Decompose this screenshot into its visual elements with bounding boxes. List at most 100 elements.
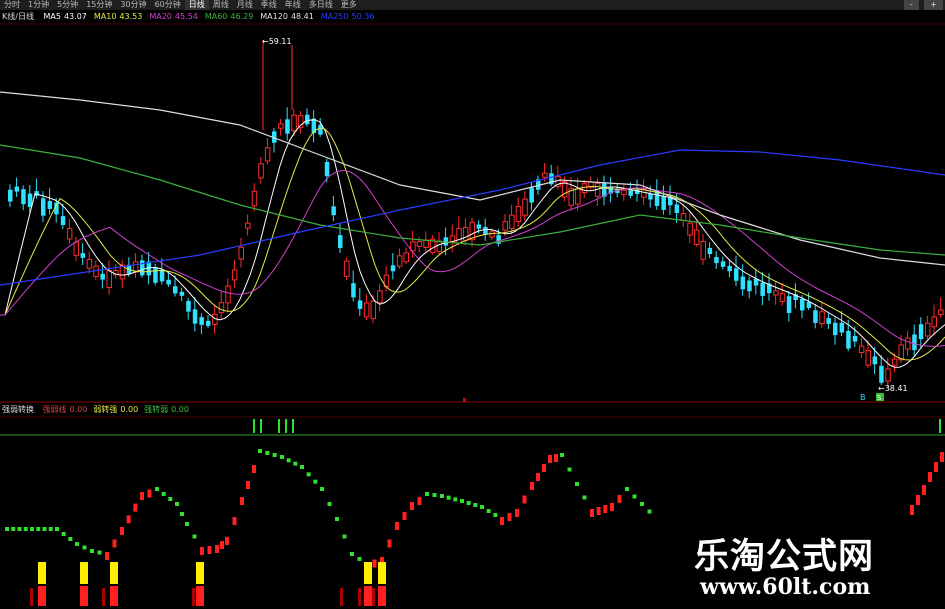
candle — [199, 313, 204, 334]
oscillator-bar — [515, 509, 519, 517]
sub-param-item: 强转弱 0.00 — [144, 405, 189, 414]
sub-param-item: 强弱线 0.00 — [42, 405, 88, 414]
oscillator-bar — [542, 464, 546, 472]
oscillator-bar — [265, 451, 270, 455]
oscillator-bar — [327, 502, 332, 506]
oscillator-bar — [82, 545, 87, 550]
oscillator-bar — [246, 481, 250, 489]
candle — [390, 253, 396, 280]
oscillator-bar — [68, 537, 73, 541]
oscillator-bar — [120, 527, 124, 535]
oscillator-bar — [286, 458, 291, 463]
candle — [773, 281, 779, 305]
candle — [264, 137, 271, 165]
oscillator-bar — [625, 487, 629, 491]
oscillator-bar — [928, 472, 932, 482]
candle — [258, 157, 264, 184]
bottom-signals — [30, 562, 386, 606]
candle — [509, 204, 515, 235]
oscillator-bar — [350, 552, 354, 556]
signal-tick — [939, 419, 941, 433]
candle — [747, 276, 752, 299]
oscillator-bar — [55, 527, 59, 531]
candle — [734, 255, 739, 287]
oscillator-bar — [306, 472, 311, 477]
oscillator-bar — [425, 492, 429, 496]
candle — [351, 270, 356, 302]
oscillator-bar — [293, 461, 298, 466]
candle — [186, 297, 191, 320]
candle — [905, 330, 911, 356]
candle — [924, 315, 931, 340]
candle — [515, 197, 522, 227]
candle — [21, 185, 26, 211]
candle — [34, 178, 39, 199]
signal-bar-yellow — [110, 562, 118, 584]
oscillator-bar — [185, 522, 189, 526]
sub-indicator-legend: 强弱转换 强弱线 0.00 弱转强 0.00 强转弱 0.00 — [2, 404, 201, 416]
oscillator-bar — [640, 502, 644, 506]
oscillator-bar — [17, 527, 22, 531]
candle — [931, 304, 937, 335]
oscillator-bar — [168, 497, 173, 501]
signal-bar-red — [38, 586, 46, 606]
oscillator-bar — [320, 487, 324, 491]
oscillator-bar — [596, 507, 601, 515]
oscillator-bar — [647, 509, 652, 514]
signal-tick — [253, 419, 255, 433]
oscillator-bar — [105, 552, 109, 560]
signal-tick — [292, 419, 294, 433]
candle — [212, 305, 218, 334]
oscillator-bar — [395, 522, 399, 530]
candle — [297, 111, 304, 134]
candle — [173, 275, 178, 297]
oscillator-bar — [5, 527, 9, 531]
sub-indicator-label[interactable]: 强弱转换 — [2, 405, 34, 414]
oscillator-bar — [75, 542, 79, 546]
oscillator-bar — [48, 527, 53, 531]
signal-bar-yellow — [80, 562, 88, 584]
high-price-label: ←59.11 — [262, 37, 292, 46]
candle — [469, 217, 475, 248]
signal-bar-yellow — [378, 562, 386, 584]
candlestick-chart[interactable]: ←59.11 ←38.41 B S — [0, 0, 945, 609]
candle — [377, 283, 383, 312]
oscillator-bar — [522, 495, 527, 504]
oscillator-bar — [175, 502, 179, 506]
oscillator-bar — [335, 517, 339, 521]
candle — [779, 282, 786, 306]
oscillator-bar — [90, 549, 94, 553]
signal-bar-red — [196, 586, 204, 606]
candle — [602, 175, 607, 206]
signal-bar-red — [102, 588, 105, 606]
signal-tick — [285, 419, 287, 433]
oscillator-bar — [632, 494, 637, 499]
oscillator-bar — [232, 517, 237, 525]
oscillator-bar — [11, 527, 16, 531]
oscillator-bar — [342, 534, 347, 539]
candle — [522, 191, 528, 221]
candle — [218, 290, 225, 320]
candle — [238, 237, 244, 268]
candle — [113, 263, 119, 279]
oscillator-bar — [192, 534, 197, 539]
candle — [720, 256, 726, 270]
oscillator-bar — [575, 482, 579, 486]
candle — [251, 183, 258, 212]
oscillator-bar — [372, 559, 377, 568]
oscillator-bar — [280, 455, 284, 459]
candle — [272, 128, 277, 153]
candle — [423, 231, 429, 252]
candle — [357, 288, 363, 316]
candle — [760, 272, 765, 306]
oscillator-bar — [155, 487, 159, 491]
oscillator-bar — [417, 497, 422, 505]
candle — [700, 233, 706, 265]
candle — [714, 251, 719, 270]
candle — [608, 177, 614, 203]
stock-chart-window: 分时 1分钟 5分钟 15分钟 30分钟 60分钟 日线 周线 月线 季线 年线 多日线 更多 - + … — [0, 0, 945, 609]
signal-bar-red — [378, 586, 386, 606]
oscillator-bar — [357, 557, 362, 561]
oscillator-bar — [486, 509, 491, 513]
candle — [245, 214, 251, 236]
